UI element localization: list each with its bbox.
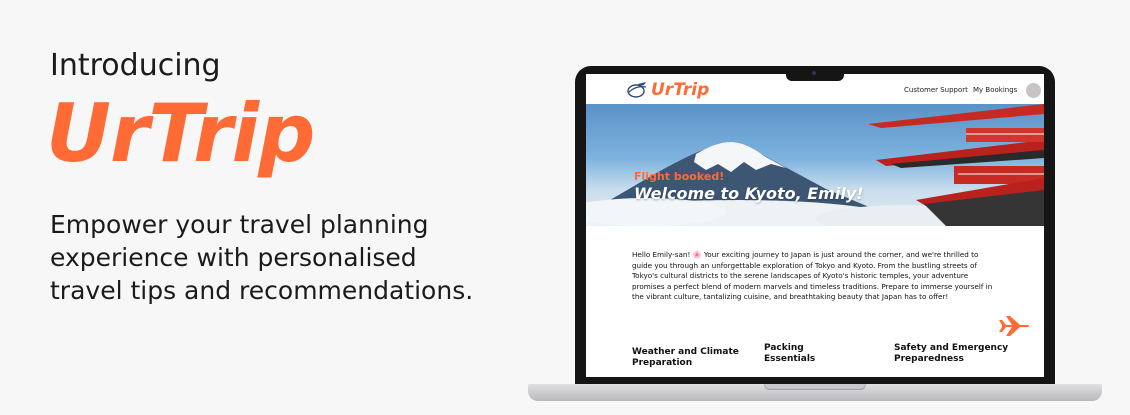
section-weather[interactable]: Weather and Climate Preparation	[632, 347, 742, 369]
section-packing[interactable]: Packing Essentials	[764, 343, 834, 365]
flight-divider	[618, 316, 1030, 340]
camera-icon	[812, 71, 816, 75]
hero-banner: Flight booked! Welcome to Kyoto, Emily!	[586, 104, 1044, 226]
camera-notch	[786, 66, 844, 81]
brand-name: UrTrip	[46, 87, 315, 180]
nav-customer-support[interactable]: Customer Support	[904, 86, 968, 94]
avatar[interactable]	[1026, 83, 1041, 98]
laptop-screen: UrTrip Customer Support My Bookings Flig…	[586, 74, 1044, 377]
hero-subtitle: Flight booked!	[634, 170, 725, 183]
hero-title: Welcome to Kyoto, Emily!	[634, 184, 864, 203]
airplane-icon	[999, 316, 1029, 336]
airplane-globe-logo-icon	[627, 82, 647, 98]
section-safety[interactable]: Safety and Emergency Preparedness	[894, 343, 1014, 365]
app-logo[interactable]: UrTrip	[626, 80, 709, 100]
hero-illustration	[586, 104, 1044, 226]
welcome-message: Hello Emily-san! 🌸 Your exciting journey…	[632, 250, 993, 301]
laptop-mockup: UrTrip Customer Support My Bookings Flig…	[528, 66, 1102, 415]
promo-panel: Introducing UrTrip Empower your travel p…	[46, 48, 510, 307]
nav-my-bookings[interactable]: My Bookings	[973, 86, 1017, 94]
intro-heading: Introducing	[50, 48, 221, 83]
app-logo-text: UrTrip	[651, 80, 710, 100]
laptop-base-lip	[764, 384, 866, 390]
tagline: Empower your travel planning experience …	[50, 210, 474, 305]
